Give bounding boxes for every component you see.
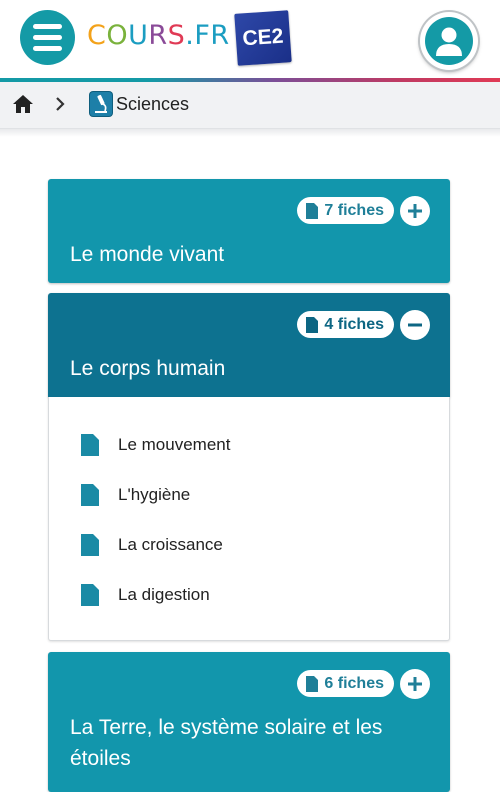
breadcrumb: Sciences bbox=[0, 82, 500, 129]
fiche-item[interactable]: Le mouvement bbox=[81, 432, 230, 458]
logo-letter: C bbox=[87, 20, 107, 51]
microscope-icon bbox=[90, 92, 112, 116]
theme-title-line-1: La Terre, le système solaire et les bbox=[70, 716, 383, 739]
theme-title: Le monde vivant bbox=[70, 243, 225, 266]
plus-icon bbox=[408, 677, 422, 691]
fiches-list: Le mouvement L'hygiène La croissance La … bbox=[48, 397, 450, 641]
menu-bar bbox=[33, 35, 62, 40]
theme-card-le-corps-humain[interactable]: 4 fiches Le corps humain bbox=[48, 293, 450, 397]
collapse-button[interactable] bbox=[400, 310, 430, 340]
theme-title-line-2: étoiles bbox=[70, 747, 131, 770]
logo-letter: S bbox=[167, 20, 186, 51]
fiche-label: L'hygiène bbox=[118, 485, 191, 504]
document-icon bbox=[81, 484, 99, 506]
fiches-count-badge: 7 fiches bbox=[297, 197, 394, 224]
fiches-count-label: 6 fiches bbox=[324, 674, 384, 692]
fiches-count-badge: 6 fiches bbox=[297, 670, 394, 697]
expand-button[interactable] bbox=[400, 196, 430, 226]
breadcrumb-current[interactable]: Sciences bbox=[116, 94, 189, 115]
menu-button[interactable] bbox=[20, 10, 75, 65]
fiche-label: La croissance bbox=[118, 535, 223, 554]
document-icon bbox=[306, 675, 319, 692]
chevron-right-icon bbox=[54, 95, 66, 113]
fiche-label: La digestion bbox=[118, 585, 210, 604]
breadcrumb-shadow bbox=[0, 129, 500, 137]
fiches-count-label: 4 fiches bbox=[324, 315, 384, 333]
fiches-count-badge: 4 fiches bbox=[297, 311, 394, 338]
fiches-count-label: 7 fiches bbox=[324, 201, 384, 219]
logo-letter: R bbox=[148, 20, 168, 51]
cours-fr-logo[interactable]: COURS.FR bbox=[87, 20, 230, 51]
document-icon bbox=[81, 534, 99, 556]
theme-title: Le corps humain bbox=[70, 357, 226, 380]
minus-icon bbox=[408, 323, 422, 327]
home-icon[interactable] bbox=[12, 94, 34, 114]
logo-letter: O bbox=[106, 20, 129, 51]
level-badge: CE2 bbox=[234, 10, 292, 66]
menu-bar bbox=[33, 24, 62, 29]
expand-button[interactable] bbox=[400, 669, 430, 699]
app-header: COURS.FR CE2 bbox=[0, 0, 500, 78]
document-icon bbox=[81, 584, 99, 606]
logo-letter: .FR bbox=[185, 20, 230, 51]
plus-icon bbox=[408, 204, 422, 218]
fiche-label: Le mouvement bbox=[118, 435, 231, 454]
fiche-item[interactable]: La croissance bbox=[81, 532, 223, 558]
menu-bar bbox=[33, 46, 62, 51]
logo-letter: U bbox=[128, 20, 149, 51]
user-account-button[interactable] bbox=[420, 12, 478, 70]
user-icon bbox=[425, 17, 473, 65]
fiche-item[interactable]: La digestion bbox=[81, 582, 210, 608]
theme-card-la-terre[interactable]: 6 fiches La Terre, le système solaire et… bbox=[48, 652, 450, 792]
document-icon bbox=[306, 316, 319, 333]
fiche-item[interactable]: L'hygiène bbox=[81, 482, 190, 508]
document-icon bbox=[306, 202, 319, 219]
theme-card-le-monde-vivant[interactable]: 7 fiches Le monde vivant bbox=[48, 179, 450, 283]
document-icon bbox=[81, 434, 99, 456]
